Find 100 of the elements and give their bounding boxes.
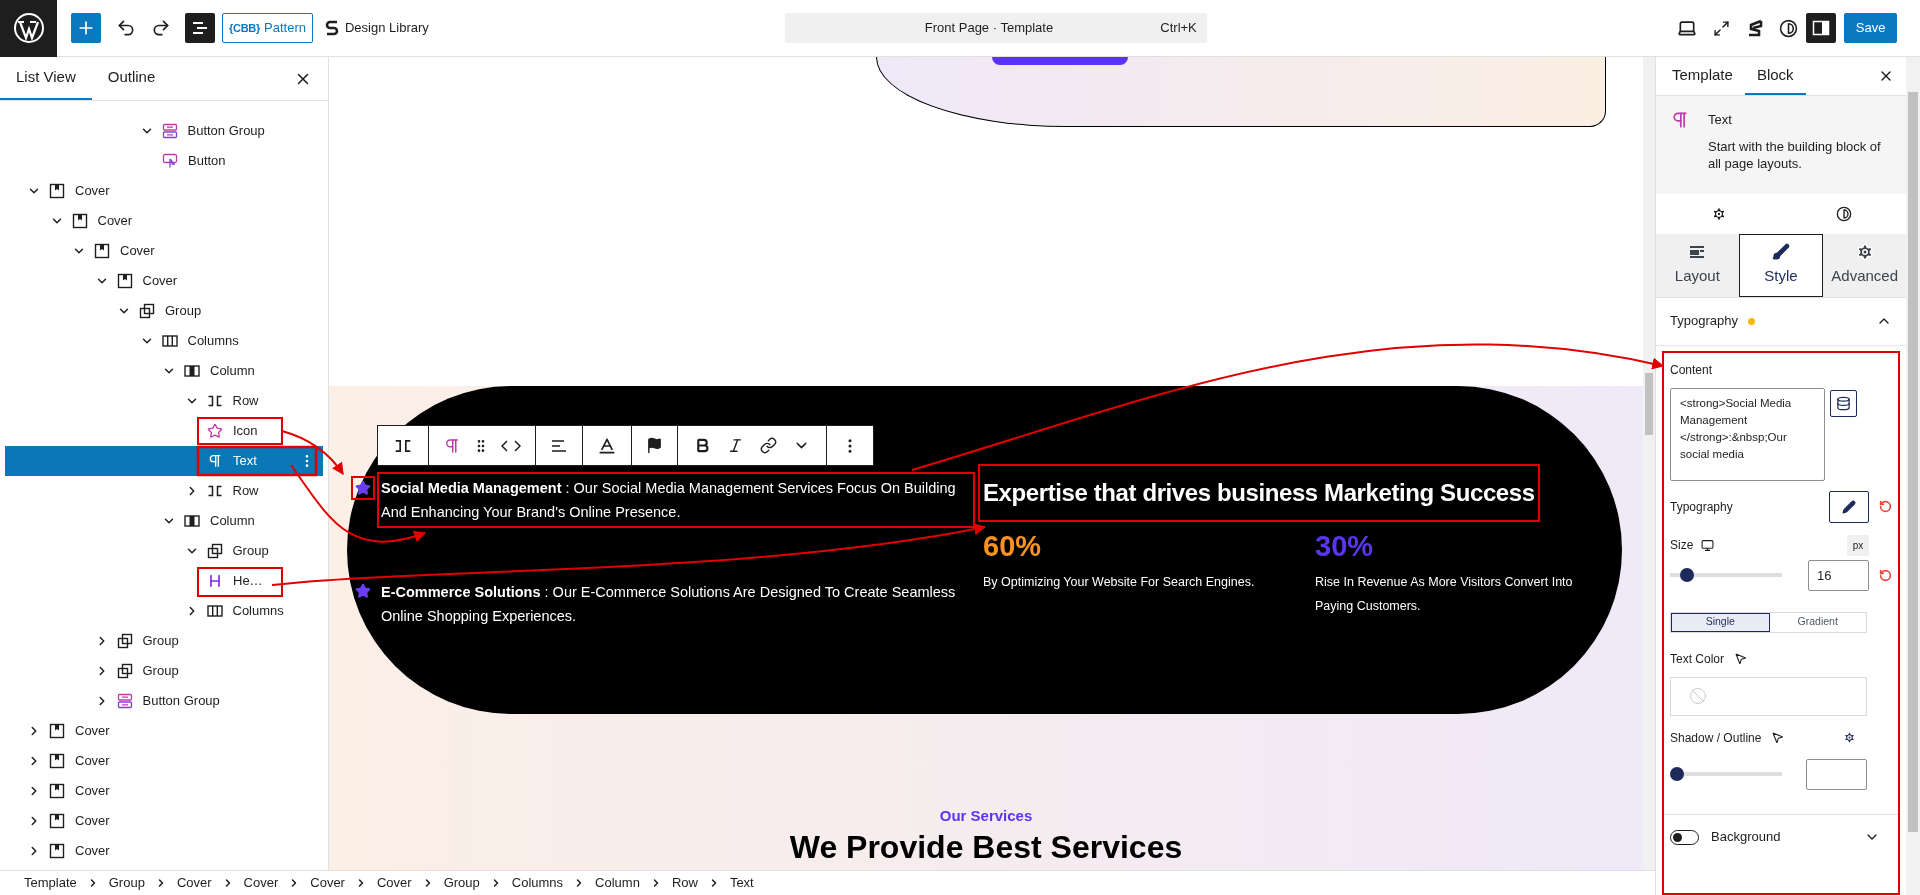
- list-view-item[interactable]: Cover: [5, 806, 323, 836]
- design-library-link[interactable]: Design Library: [344, 18, 429, 38]
- settings-tab[interactable]: Layout: [1656, 233, 1739, 297]
- color-mode-option[interactable]: Gradient: [1769, 612, 1866, 632]
- italic-icon[interactable]: [727, 437, 744, 454]
- shortcut-hint: Ctrl+K: [1160, 19, 1197, 38]
- panel-tab[interactable]: Outline: [91, 57, 172, 100]
- reset-icon[interactable]: [1879, 568, 1892, 582]
- breadcrumb-item[interactable]: Column: [595, 873, 640, 893]
- list-view-item[interactable]: Cover: [5, 266, 323, 296]
- cursor-icon[interactable]: [1771, 731, 1785, 744]
- size-input[interactable]: 16: [1808, 559, 1869, 591]
- breadcrumb-item[interactable]: Cover: [376, 873, 412, 893]
- undo-icon[interactable]: [116, 18, 136, 38]
- canvas-scrollbar[interactable]: [1643, 57, 1655, 870]
- add-block-button[interactable]: [71, 13, 101, 43]
- settings-tab[interactable]: Style: [1738, 233, 1824, 297]
- shadow-input[interactable]: [1806, 758, 1867, 790]
- list-view-item[interactable]: Cover: [5, 176, 323, 206]
- contrast-icon[interactable]: [1778, 18, 1798, 38]
- expand-icon[interactable]: [1712, 19, 1730, 37]
- list-view-item[interactable]: Row: [5, 476, 323, 506]
- item-label: Columns: [187, 332, 239, 351]
- list-view-item[interactable]: Group: [5, 296, 323, 326]
- row-block-icon: [206, 483, 223, 499]
- contrast-icon[interactable]: [1835, 205, 1852, 222]
- list-view-item[interactable]: Button Group: [5, 686, 323, 716]
- unit-selector[interactable]: px: [1847, 534, 1869, 556]
- settings-icon[interactable]: [1843, 731, 1856, 744]
- item-label: Cover: [75, 722, 110, 741]
- breadcrumb-item[interactable]: Row: [671, 873, 698, 893]
- desktop-icon[interactable]: [1701, 538, 1715, 552]
- item-label: Row: [232, 482, 259, 501]
- breadcrumb-item[interactable]: Text: [729, 873, 754, 893]
- sidebar-scrollbar[interactable]: [1906, 57, 1920, 895]
- database-icon: [1836, 395, 1851, 411]
- color-mode-option[interactable]: Single: [1671, 612, 1770, 632]
- list-view-item[interactable]: He…: [5, 566, 323, 596]
- dynamic-content-button[interactable]: [1830, 389, 1857, 417]
- stat-value: 60%: [983, 529, 1043, 564]
- list-view-item[interactable]: Button Group: [5, 116, 323, 146]
- pattern-button[interactable]: {CBB} Pattern: [222, 13, 313, 43]
- list-view-item[interactable]: Icon: [5, 416, 323, 446]
- section-eyebrow: Our Services: [939, 806, 1033, 826]
- item-label: Columns: [232, 602, 284, 621]
- settings-icon[interactable]: [1710, 205, 1727, 222]
- list-view-button[interactable]: [185, 13, 215, 43]
- color-swatch-field[interactable]: [1670, 676, 1867, 716]
- breadcrumb-item[interactable]: Group: [443, 873, 480, 893]
- panel-title: Typography: [1670, 312, 1738, 331]
- flag-icon[interactable]: [646, 437, 663, 454]
- list-view-item[interactable]: Cover: [5, 746, 323, 776]
- section-headline: Expertise that drives business Marketing Success: [983, 478, 1535, 508]
- breadcrumb-item[interactable]: Columns: [511, 873, 564, 893]
- list-view-item[interactable]: Column: [5, 506, 323, 536]
- breadcrumb-item[interactable]: Cover: [243, 873, 279, 893]
- breadcrumb-item[interactable]: Cover: [176, 873, 212, 893]
- button-edge[interactable]: [992, 57, 1128, 65]
- save-button[interactable]: Save: [1843, 13, 1898, 43]
- content-textarea[interactable]: <strong>Social Media Management </strong>:&nbsp;Our social media: [1670, 387, 1825, 481]
- sidebar-tab[interactable]: Template: [1660, 57, 1745, 95]
- panel-tab[interactable]: List View: [0, 57, 92, 100]
- reset-icon[interactable]: [1879, 500, 1892, 513]
- list-view-item[interactable]: Button: [5, 146, 323, 176]
- list-view-item[interactable]: Group: [5, 656, 323, 686]
- list-view-item[interactable]: Row: [5, 386, 323, 416]
- list-view-item[interactable]: Cover: [5, 776, 323, 806]
- stackable-logo[interactable]: [1746, 19, 1763, 37]
- link-icon[interactable]: [760, 437, 777, 454]
- settings-sidebar-toggle[interactable]: [1805, 13, 1836, 43]
- list-view-item[interactable]: Cover: [5, 206, 323, 236]
- service-description: E-Commerce Solutions : Our E-Commerce Solutions Are Designed To Create Seamless Online Shopping Experiences.: [381, 583, 957, 626]
- laptop-icon[interactable]: [1676, 18, 1697, 38]
- slider-thumb[interactable]: [1679, 568, 1694, 582]
- list-view-item[interactable]: Columns: [5, 596, 323, 626]
- list-view-item[interactable]: Cover: [5, 836, 323, 866]
- list-view-item[interactable]: Text: [5, 446, 323, 476]
- row-block-icon: [206, 393, 223, 409]
- list-view-item[interactable]: Cover: [5, 716, 323, 746]
- paragraph-icon[interactable]: [443, 436, 461, 455]
- list-view-item[interactable]: Cover: [5, 236, 323, 266]
- redo-icon[interactable]: [151, 18, 171, 38]
- command-bar[interactable]: Front Page · Template Ctrl+K: [784, 13, 1207, 43]
- settings-tab[interactable]: Advanced: [1823, 233, 1906, 297]
- move-arrows-icon[interactable]: [501, 438, 521, 453]
- cursor-icon[interactable]: [1734, 652, 1748, 665]
- heading-icon: [207, 573, 223, 589]
- list-view-item[interactable]: Group: [5, 626, 323, 656]
- block-name: Text: [1708, 111, 1733, 129]
- list-view-item[interactable]: Columns: [5, 326, 323, 356]
- bold-icon[interactable]: [694, 437, 711, 454]
- breadcrumb-item[interactable]: Group: [108, 873, 145, 893]
- list-view-item[interactable]: Column: [5, 356, 323, 386]
- cover-block-icon: [116, 273, 133, 289]
- list-view-item[interactable]: Group: [5, 536, 323, 566]
- wordpress-logo[interactable]: [0, 0, 57, 57]
- edit-typography-button[interactable]: [1829, 490, 1869, 523]
- breadcrumb-item[interactable]: Cover: [310, 873, 345, 893]
- breadcrumb-item[interactable]: Template: [24, 873, 77, 893]
- slider-thumb[interactable]: [1670, 767, 1684, 781]
